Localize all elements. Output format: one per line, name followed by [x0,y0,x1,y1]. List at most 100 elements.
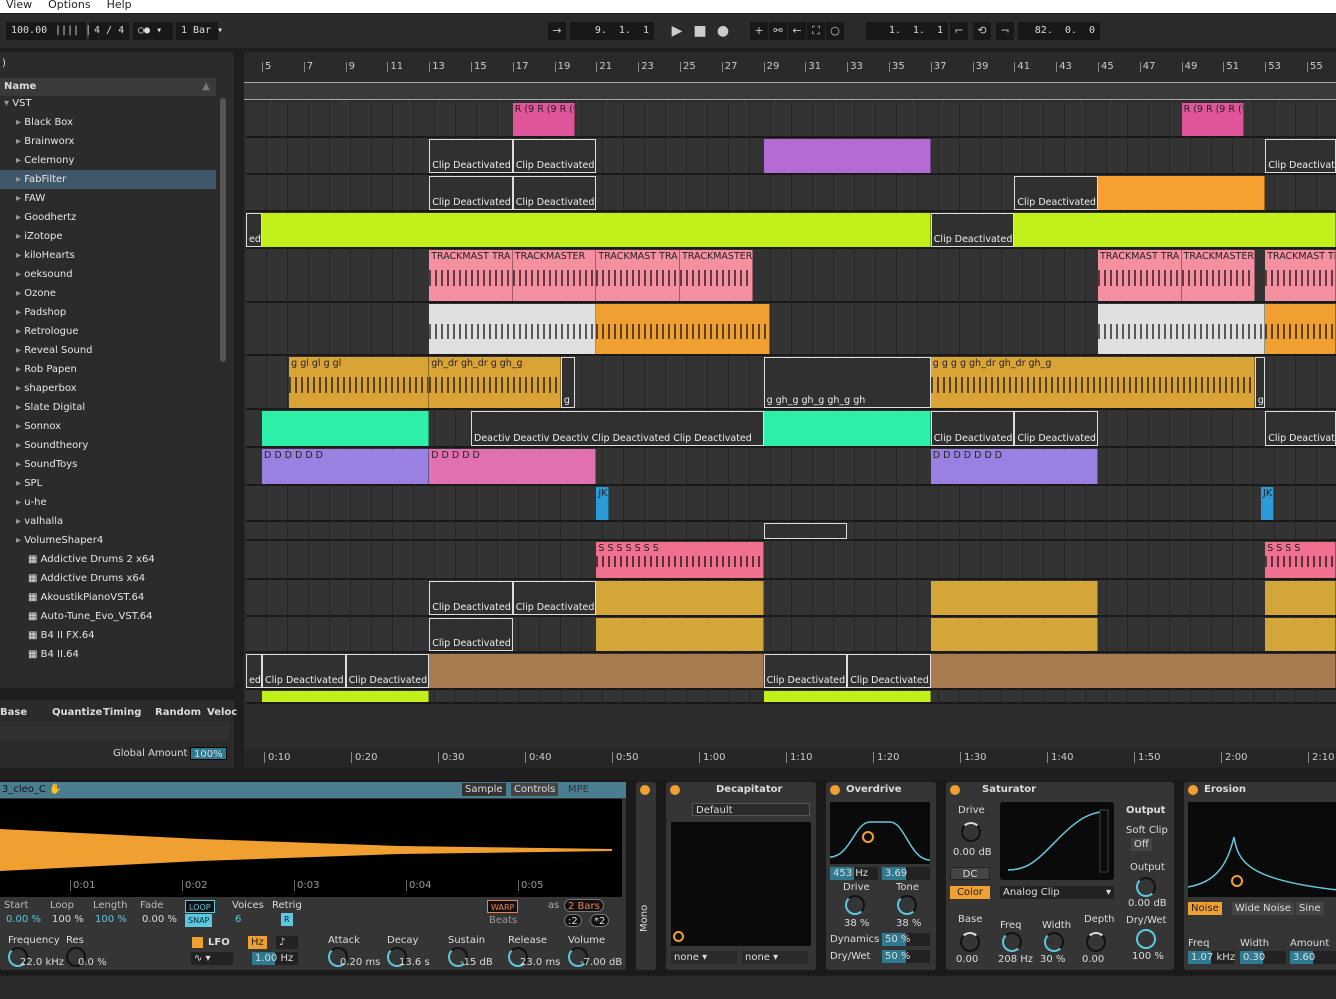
browser-folder[interactable]: ▸ Rob Papen [0,360,216,379]
sample-param-value[interactable]: 100 % [52,914,84,925]
xy-handle-icon[interactable] [673,931,684,942]
color-toggle[interactable]: Color [950,886,990,899]
groove-column-header[interactable]: Random [155,707,201,718]
clip[interactable]: g g g g gh_dr gh_dr gh_g [930,357,1255,408]
browser-folder[interactable]: ▸ u-he [0,493,216,512]
voices-select[interactable]: 6 [235,914,241,925]
browser-folder[interactable]: ▸ kiloHearts [0,246,216,265]
clip[interactable]: TRACKMASTER [1181,250,1255,301]
clip[interactable] [763,139,931,173]
time-signature[interactable]: 4 / 4 [89,22,130,40]
browser-folder[interactable]: ▸ valhalla [0,512,216,531]
browser-folder[interactable]: ▸ iZotope [0,227,216,246]
deactivated-clip[interactable]: Clip Deactivated [847,654,931,688]
menu-help[interactable]: Help [107,0,132,11]
clip[interactable]: D D D D D [429,449,597,484]
warp-mode-select[interactable]: Beats [489,915,517,926]
macro-select-2[interactable]: none ▾ [742,951,808,964]
groove-column-header[interactable]: Veloc [207,707,237,718]
clip[interactable] [1265,581,1336,615]
warp-length[interactable]: 2 Bars [564,899,604,912]
lfo-shape-select[interactable]: ∿ ▾ [191,952,233,965]
clip[interactable] [1014,213,1336,247]
clip[interactable]: TRACKMAST TRA [596,250,680,301]
saturator-knob[interactable] [1086,932,1106,952]
bar-ruler[interactable]: 5 7 9 11 13 15 17 19 21 23 25 27 29 31 33 35 37 39 41 43 45 4… [244,52,1336,82]
browser-folder[interactable]: ▸ Celemony [0,151,216,170]
dynamics-field[interactable]: 50 % [882,933,930,946]
clip[interactable] [1098,304,1266,354]
clip[interactable] [596,581,764,615]
menu-options[interactable]: Options [48,0,90,11]
clip[interactable] [1265,304,1336,354]
deactivated-clip[interactable]: Clip Deactivated [429,581,513,615]
output-knob[interactable] [1136,877,1156,897]
erosion-display[interactable] [1188,802,1336,897]
clip[interactable]: TRACKMAST TRA [1265,250,1336,301]
browser-folder[interactable]: ▸ Black Box [0,113,216,132]
clip[interactable]: D D D D D D D [930,449,1098,484]
sat-drywet-knob[interactable] [1136,929,1156,949]
browser-folder[interactable]: ▸ SPL [0,474,216,493]
clip[interactable] [763,691,931,702]
lfo-rate-field[interactable]: 1.00 Hz [252,952,298,965]
drywet-field[interactable]: 50 % [882,950,930,963]
double-length-button[interactable]: *2 [590,914,610,927]
lfo-hz-toggle[interactable]: Hz [248,936,267,949]
clip[interactable] [596,618,764,651]
clip[interactable] [262,691,430,702]
sample-param-value[interactable]: 0.00 % [142,914,177,925]
deactivated-clip[interactable]: Clip Deactivated [345,654,430,688]
macro-select-1[interactable]: none ▾ [671,951,737,964]
preset-field[interactable]: Default [692,803,810,816]
browser-folder[interactable]: ▸ Soundtheory [0,436,216,455]
deactivated-clip[interactable]: Clip Deactivated [512,139,597,173]
clip[interactable]: g gl gl g gl [289,357,430,408]
sample-param-value[interactable]: 100 % [95,914,127,925]
snap-toggle[interactable]: SNAP [185,914,213,927]
erosion-param-field[interactable]: 0.30 [1240,951,1286,964]
clip[interactable] [930,581,1098,615]
browser-scrollbar[interactable] [220,98,226,362]
loop-start[interactable]: 1. 1. 1 [866,22,948,40]
warp-toggle[interactable]: WARP [487,900,519,913]
overdrive-freq[interactable]: 453 Hz [830,867,878,880]
drive-knob[interactable] [845,895,865,915]
browser-folder[interactable]: ▸ oeksound [0,265,216,284]
clip[interactable]: R (9 R (9 R (9 [1181,103,1245,136]
back-to-arrangement-icon[interactable]: ← [788,22,806,40]
browser-plugin[interactable]: ▦ Auto-Tune_Evo_VST.64 [0,607,216,626]
automation-arm-icon[interactable]: ⚯ [769,22,787,40]
deactivated-clip[interactable]: Clip Deactivated [1014,176,1098,210]
deactivated-clip[interactable]: Clip Deactivated [1014,411,1098,446]
saturator-knob[interactable] [1002,932,1022,952]
saturator-knob[interactable] [1044,932,1064,952]
browser-filter[interactable]: ) [2,58,6,69]
browser-folder[interactable]: ▸ Slate Digital [0,398,216,417]
deactivated-clip[interactable]: Clip Deactivated [1265,139,1336,173]
quantize-menu[interactable]: 1 Bar ▾ [176,22,223,40]
loop-length[interactable]: 82. 0. 0 [1018,22,1100,40]
track-lane[interactable] [246,580,1336,617]
clip[interactable]: S S S S [1265,542,1336,578]
browser-plugin[interactable]: ▦ B4 II FX.64 [0,626,216,645]
browser-folder[interactable]: ▸ Padshop [0,303,216,322]
browser-folder[interactable]: ▸ Brainworx [0,132,216,151]
clip[interactable] [930,618,1098,651]
capture-icon[interactable]: ⛶ [807,22,825,40]
song-position[interactable]: 9. 1. 1 [570,22,654,40]
browser-folder[interactable]: ▸ FAW [0,189,216,208]
clip[interactable] [930,654,1336,688]
sample-param-value[interactable]: 0.00 % [6,914,41,925]
menu-view[interactable]: View [6,0,32,11]
deactivated-clip[interactable]: Clip Deactivated [429,618,513,651]
deactivated-clip[interactable]: Clip Deactivated [930,411,1015,446]
browser-folder[interactable]: ▸ Sonnox [0,417,216,436]
tab-sample[interactable]: Sample [462,783,506,796]
browser-folder[interactable]: ▸ shaperbox [0,379,216,398]
clip[interactable]: R (9 R (9 R (9 [512,103,576,136]
half-length-button[interactable]: :2 [564,914,582,927]
browser-folder[interactable]: ▸ Ozone [0,284,216,303]
tab-controls[interactable]: Controls [511,783,559,796]
deactivated-clip[interactable]: Clip Deactivated [763,654,848,688]
